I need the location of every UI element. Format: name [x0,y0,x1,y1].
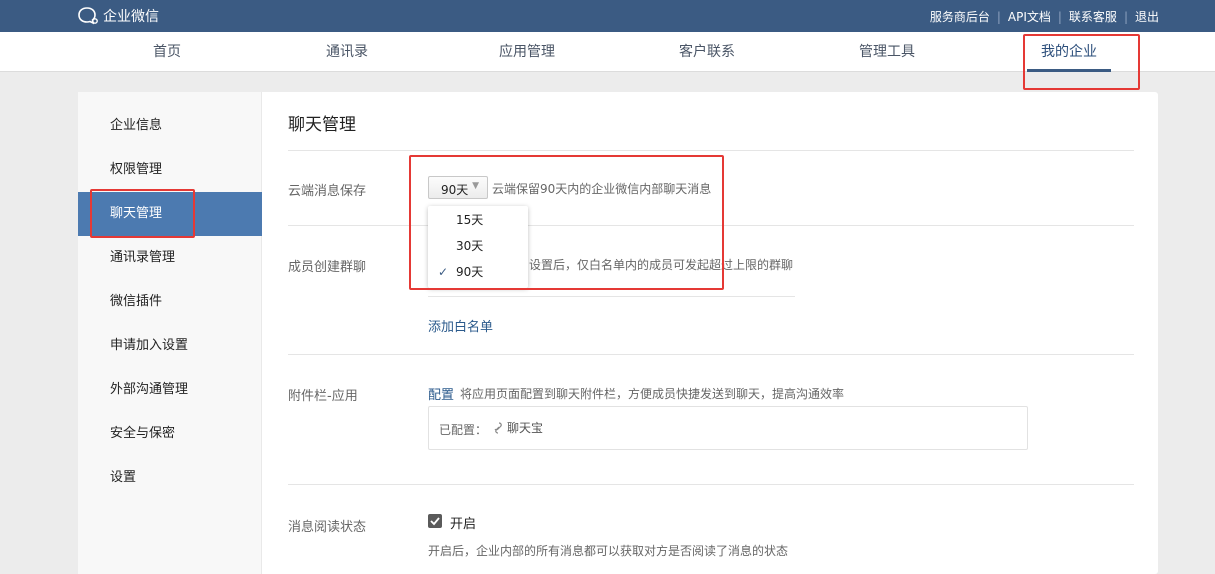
sidebar-item-external-communication[interactable]: 外部沟通管理 [78,368,262,412]
dropdown-option-15-days[interactable]: 15天 [428,207,528,233]
sidebar-item-enterprise-info[interactable]: 企业信息 [78,104,262,148]
read-status-description: 开启后，企业内部的所有消息都可以获取对方是否阅读了消息的状态 [428,544,789,558]
dropdown-option-30-days[interactable]: 30天 [428,233,528,259]
retention-select[interactable]: 90天 ▼ [428,176,488,199]
divider [288,225,1134,226]
link-separator: | [1057,9,1062,24]
main-nav: 首页 通讯录 应用管理 客户联系 管理工具 我的企业 [0,32,1215,72]
sidebar-item-permissions[interactable]: 权限管理 [78,148,262,192]
service-provider-link[interactable]: 服务商后台 [930,8,990,25]
sidebar-item-settings[interactable]: 设置 [78,456,262,500]
top-links: 服务商后台 | API文档 | 联系客服 | 退出 [930,8,1159,25]
group-chat-hint: 设置后，仅白名单内的成员可发起超过上限的群聊 [529,258,794,272]
sidebar: 企业信息 权限管理 聊天管理 通讯录管理 微信插件 申请加入设置 外部沟通管理 … [78,92,262,574]
nav-item-app-management[interactable]: 应用管理 [487,32,567,72]
wecom-logo-icon [78,7,98,25]
add-whitelist-link[interactable]: 添加白名单 [428,316,493,335]
checkmark-icon [430,517,440,526]
nav-item-contacts[interactable]: 通讯录 [307,32,387,72]
link-separator: | [996,9,1001,24]
sidebar-item-security[interactable]: 安全与保密 [78,412,262,456]
logout-link[interactable]: 退出 [1135,8,1159,25]
divider [288,354,1134,355]
read-status-label: 消息阅读状态 [288,520,367,535]
configured-app[interactable]: 聊天宝 [493,419,543,436]
divider [288,150,1134,151]
attachment-label: 附件栏-应用 [288,389,358,404]
retention-select-value: 90天 [441,183,469,197]
sidebar-item-chat-management[interactable]: 聊天管理 [78,192,262,236]
nav-item-my-enterprise[interactable]: 我的企业 [1027,32,1111,72]
read-status-checkbox[interactable] [428,514,442,528]
dropdown-arrow-icon: ▼ [472,181,479,191]
divider [428,296,795,297]
cloud-storage-label: 云端消息保存 [288,184,367,199]
link-separator: | [1123,9,1128,24]
read-status-checkbox-label: 开启 [450,517,477,532]
nav-item-management-tools[interactable]: 管理工具 [847,32,927,72]
active-tab-underline [1027,69,1111,72]
nav-item-label: 我的企业 [1041,44,1097,60]
configured-label: 已配置： [439,423,488,437]
divider [288,484,1134,485]
sidebar-item-contacts-management[interactable]: 通讯录管理 [78,236,262,280]
top-bar: 企业微信 服务商后台 | API文档 | 联系客服 | 退出 [0,0,1215,32]
sidebar-item-join-settings[interactable]: 申请加入设置 [78,324,262,368]
contact-support-link[interactable]: 联系客服 [1069,8,1117,25]
page-title: 聊天管理 [288,115,356,135]
group-chat-label: 成员创建群聊 [288,260,367,275]
logo[interactable]: 企业微信 [78,6,159,26]
app-link-icon [494,421,502,434]
sidebar-item-wechat-plugin[interactable]: 微信插件 [78,280,262,324]
nav-item-customer-contact[interactable]: 客户联系 [667,32,747,72]
logo-text: 企业微信 [103,9,159,25]
nav-item-home[interactable]: 首页 [127,32,207,72]
retention-hint: 云端保留90天内的企业微信内部聊天消息 [492,182,712,196]
configured-app-name: 聊天宝 [507,421,544,435]
attachment-description: 将应用页面配置到聊天附件栏，方便成员快捷发送到聊天，提高沟通效率 [460,387,845,401]
api-docs-link[interactable]: API文档 [1008,8,1051,25]
content-panel: 企业信息 权限管理 聊天管理 通讯录管理 微信插件 申请加入设置 外部沟通管理 … [78,92,1158,574]
check-icon: ✓ [438,265,449,279]
configure-link[interactable]: 配置 [428,384,454,403]
dropdown-option-90-days[interactable]: ✓ 90天 [428,259,528,285]
dropdown-option-label: 90天 [456,265,484,279]
retention-dropdown-menu: 15天 30天 ✓ 90天 [428,206,528,288]
configured-apps-box: 已配置： 聊天宝 [428,406,1028,450]
main-content: 聊天管理 云端消息保存 90天 ▼ 云端保留90天内的企业微信内部聊天消息 成员… [288,92,1134,574]
